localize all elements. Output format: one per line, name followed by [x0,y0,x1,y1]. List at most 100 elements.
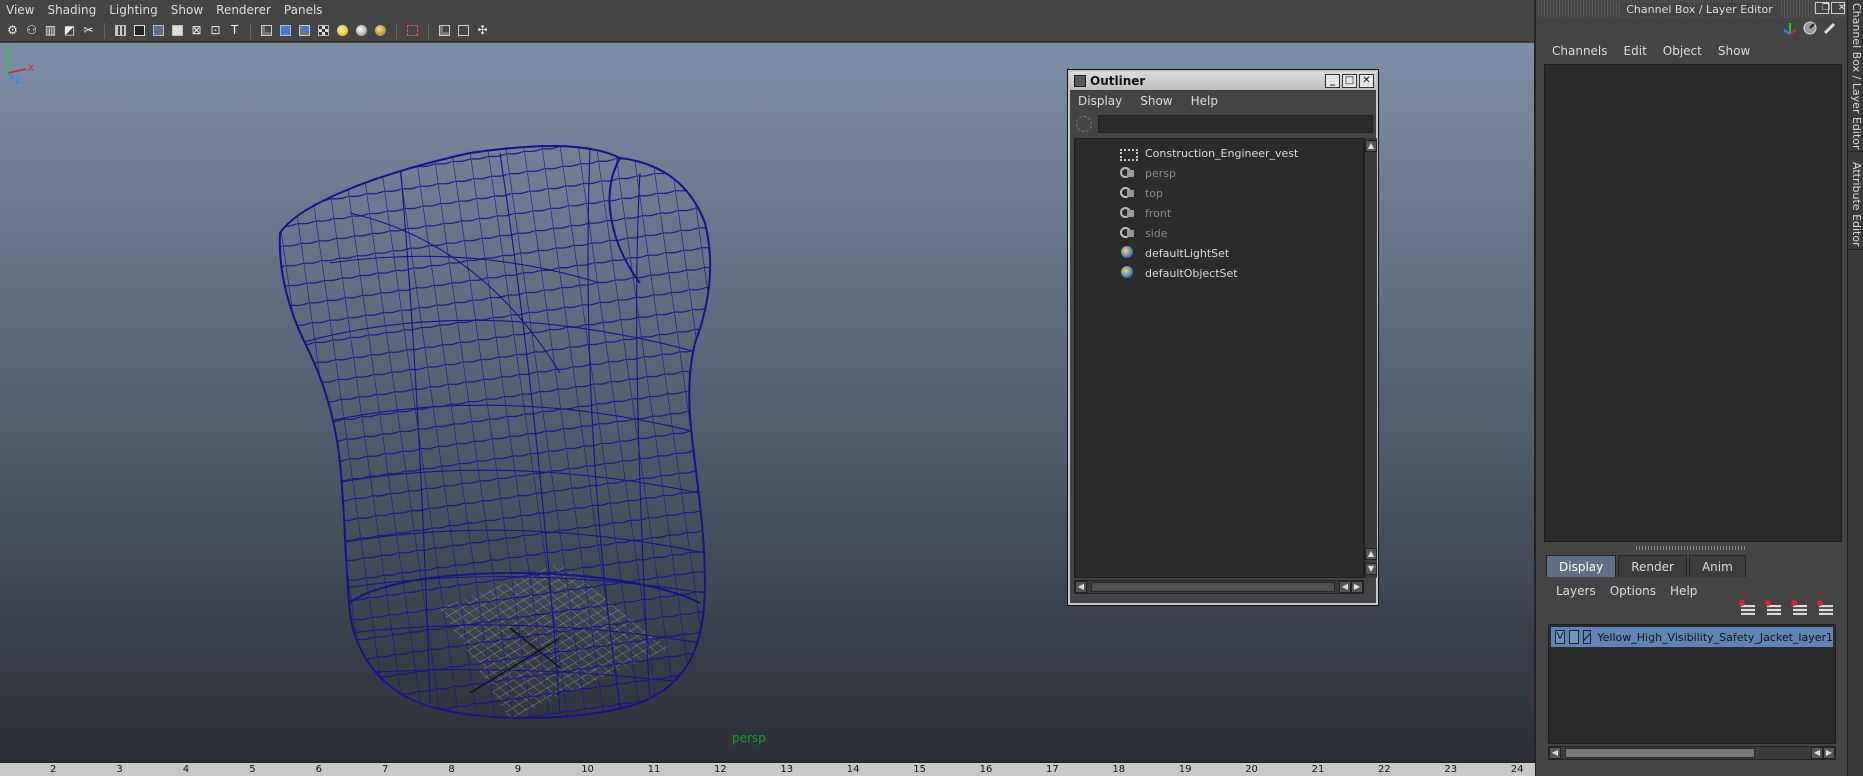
outliner-item-label: persp [1145,166,1176,180]
bookmarks-icon[interactable]: ▥ [42,22,59,39]
outliner-item[interactable]: Construction_Engineer_vest [1075,143,1363,163]
side-tab-attribute-editor[interactable]: Attribute Editor [1848,160,1863,250]
textured-icon[interactable] [315,22,332,39]
timeline-tick-label: 5 [249,764,256,775]
camera-icon [1119,206,1135,220]
outliner-item[interactable]: front [1075,203,1363,223]
scroll-up-button[interactable]: ▲ [1365,548,1377,560]
layer-move-down-icon[interactable] [1765,600,1783,618]
layer-editor-menubar: Layers Options Help [1556,580,1711,602]
use-all-lights-icon[interactable] [334,22,351,39]
safe-title-icon[interactable]: T [226,22,243,39]
safe-action-icon[interactable]: ⊡ [207,22,224,39]
dock-toolbar [1536,18,1863,38]
scroll-left-button[interactable]: ◀ [1549,747,1561,759]
wireframe-icon[interactable] [258,22,275,39]
menu-shading[interactable]: Shading [43,0,105,20]
layers-menu[interactable]: Layers [1556,584,1596,598]
outliner-item[interactable]: top [1075,183,1363,203]
new-layer-from-selected-icon[interactable] [1817,600,1835,618]
outliner-titlebar[interactable]: Outliner _ □ ✕ [1070,72,1376,90]
image-plane-icon[interactable]: ◩ [61,22,78,39]
show-menu[interactable]: Show [1718,44,1750,58]
tab-render[interactable]: Render [1618,555,1687,577]
outliner-vertical-scrollbar[interactable]: ▲ ▲ ▼ [1364,138,1377,578]
outliner-title: Outliner [1090,74,1146,88]
tab-anim[interactable]: Anim [1688,555,1746,577]
filter-icon[interactable] [1076,116,1092,132]
smooth-shade-icon[interactable] [277,22,294,39]
camera-lock-icon[interactable]: ⚇ [23,22,40,39]
outliner-menu-display[interactable]: Display [1078,94,1122,108]
2d-pan-zoom-icon[interactable]: ✂ [80,22,97,39]
scroll-down-button[interactable]: ▼ [1365,563,1377,575]
scroll-thumb[interactable] [1565,748,1755,758]
camera-icon [1119,186,1135,200]
side-tab-channel-box[interactable]: Channel Box / Layer Editor [1848,2,1863,152]
layer-row[interactable]: V Yellow_High_Visibility_Safety_Jacket_l… [1551,627,1833,647]
outliner-menu-help[interactable]: Help [1191,94,1218,108]
scroll-right-button[interactable]: ▶ [1823,747,1835,759]
timeline-tick-label: 22 [1378,764,1391,775]
xray-joints-icon[interactable] [455,22,472,39]
layer-visibility-toggle[interactable]: V [1555,630,1566,644]
layer-color-swatch[interactable] [1583,630,1592,644]
timeline-tick-label: 24 [1510,764,1524,775]
edit-menu[interactable]: Edit [1624,44,1647,58]
help-menu[interactable]: Help [1670,584,1697,598]
outliner-menu-show[interactable]: Show [1140,94,1172,108]
field-chart-icon[interactable]: ⊠ [188,22,205,39]
new-layer-icon[interactable] [1791,600,1809,618]
resolution-gate-icon[interactable] [150,22,167,39]
outliner-item[interactable]: side [1075,223,1363,243]
object-menu[interactable]: Object [1663,44,1702,58]
outliner-item[interactable]: defaultLightSet [1075,243,1363,263]
close-icon[interactable]: ✕ [1831,2,1846,14]
outliner-search-input[interactable] [1098,115,1373,133]
shadows-icon[interactable] [353,22,370,39]
transform-axes-icon[interactable] [1783,21,1797,35]
outliner-horizontal-scrollbar[interactable]: ◀ ◀ ▶ [1074,580,1364,594]
outliner-item[interactable]: persp [1075,163,1363,183]
timeline-tick-label: 14 [846,764,860,775]
menu-view[interactable]: View [2,0,43,20]
time-slider[interactable]: 2 3 4 5 6 7 8 9 10 11 12 13 14 15 16 17 18 19 20 21 22 23 24 [0,762,1535,776]
xray-icon[interactable] [436,22,453,39]
scroll-left-button[interactable]: ◀ [1339,581,1351,593]
high-quality-icon[interactable] [372,22,389,39]
scroll-left-button[interactable]: ◀ [1811,747,1823,759]
timeline-tick-label: 11 [647,764,661,775]
grid-icon[interactable] [112,22,129,39]
pencil-icon[interactable] [1823,21,1837,35]
wireframe-on-shaded-icon[interactable] [296,22,313,39]
speed-icon[interactable] [1803,21,1817,35]
xray-components-icon[interactable]: ✣ [474,22,491,39]
channels-menu[interactable]: Channels [1552,44,1608,58]
panel-splitter[interactable] [1636,546,1746,550]
menu-lighting[interactable]: Lighting [105,0,167,20]
layer-editor-scrollbar[interactable]: ◀ ◀ ▶ [1548,746,1836,760]
menu-renderer[interactable]: Renderer [212,0,280,20]
isolate-select-icon[interactable] [404,22,421,39]
layer-move-up-icon[interactable] [1739,600,1757,618]
maximize-button[interactable]: □ [1342,74,1357,88]
scroll-track[interactable] [1091,582,1335,592]
scroll-up-button[interactable]: ▲ [1365,140,1377,152]
scroll-left-button[interactable]: ◀ [1075,581,1087,593]
layer-type-toggle[interactable] [1569,630,1580,644]
scroll-right-button[interactable]: ▶ [1351,581,1363,593]
vest-mesh[interactable] [250,123,750,762]
tab-display[interactable]: Display [1546,555,1617,577]
dock-titlebar[interactable]: Channel Box / Layer Editor ❐ ✕ [1536,0,1863,18]
options-menu[interactable]: Options [1610,584,1656,598]
outliner-item[interactable]: defaultObjectSet [1075,263,1363,283]
toolbar-divider [396,22,397,39]
minimize-button[interactable]: _ [1325,74,1340,88]
close-button[interactable]: ✕ [1359,74,1374,88]
menu-panels[interactable]: Panels [280,0,332,20]
camera-select-icon[interactable]: ⚙ [4,22,21,39]
float-icon[interactable]: ❐ [1815,2,1830,14]
film-gate-icon[interactable] [131,22,148,39]
gate-mask-icon[interactable] [169,22,186,39]
menu-show[interactable]: Show [167,0,212,20]
